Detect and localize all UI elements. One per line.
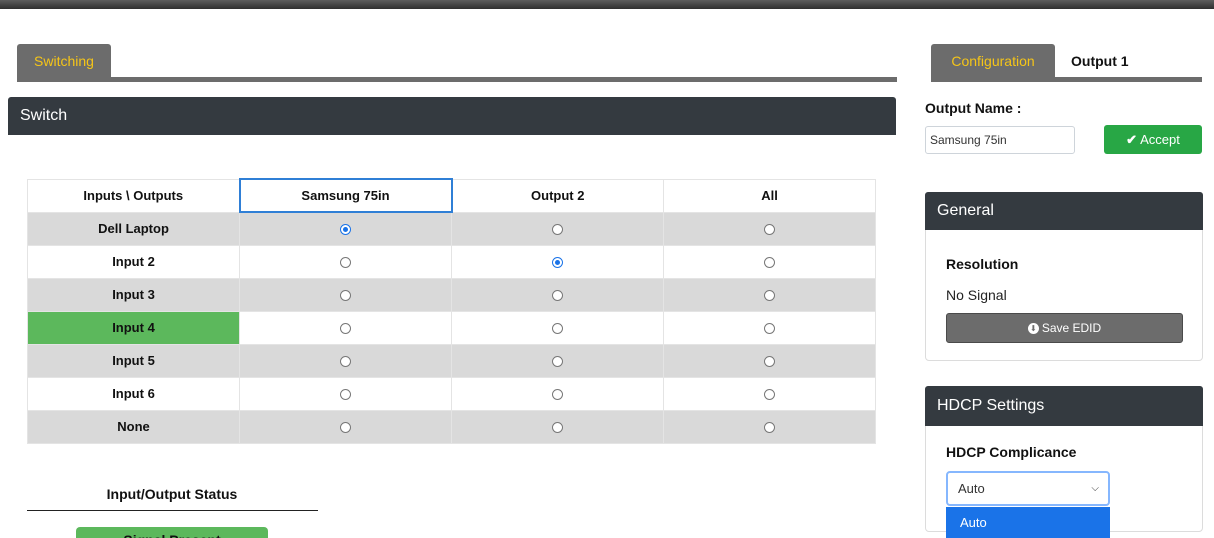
route-radio[interactable] [552, 290, 563, 302]
route-radio[interactable] [552, 422, 563, 434]
route-radio[interactable] [764, 356, 775, 368]
input-label: None [27, 409, 240, 444]
input-label: Input 6 [27, 376, 240, 411]
save-edid-label: Save EDID [1041, 321, 1102, 335]
accept-label: Accept [1140, 131, 1180, 147]
hdcp-selected-value: Auto [958, 481, 985, 496]
hdcp-compliance-select[interactable]: Auto ⌵ [946, 471, 1110, 506]
route-cell [663, 211, 876, 246]
tab-output-label: Output 1 [1071, 53, 1129, 69]
status-divider [27, 510, 318, 511]
tab-configuration[interactable]: Configuration [931, 44, 1055, 78]
route-cell [663, 409, 876, 444]
column-header-output[interactable]: Output 2 [451, 178, 664, 213]
matrix-row: Dell Laptop [27, 211, 876, 246]
route-radio[interactable] [552, 323, 563, 335]
input-label: Input 4 [27, 310, 240, 345]
route-radio[interactable] [552, 389, 563, 401]
tab-switching[interactable]: Switching [17, 44, 111, 78]
route-cell [451, 409, 664, 444]
chevron-down-icon: ⌵ [1091, 483, 1099, 494]
hdcp-option-auto[interactable]: Auto [946, 507, 1110, 538]
hdcp-compliance-label: HDCP Complicance [946, 444, 1077, 460]
route-cell [239, 211, 452, 246]
tab-underline-right [931, 77, 1202, 82]
switch-matrix: Inputs \ Outputs Samsung 75in Output 2 A… [27, 178, 876, 444]
signal-status-badge: Signal Present [76, 527, 268, 538]
general-card-header: General [925, 192, 1203, 230]
matrix-header-row: Inputs \ Outputs Samsung 75in Output 2 A… [27, 178, 876, 213]
route-radio[interactable] [340, 323, 351, 335]
route-radio[interactable] [764, 389, 775, 401]
input-label: Input 5 [27, 343, 240, 378]
route-cell [451, 310, 664, 345]
route-cell [239, 409, 452, 444]
route-radio[interactable] [764, 323, 775, 335]
check-icon: ✔ [1126, 131, 1138, 147]
matrix-row: None [27, 409, 876, 444]
route-radio[interactable] [552, 257, 563, 269]
route-cell [663, 277, 876, 312]
route-radio[interactable] [764, 422, 775, 434]
column-header-all[interactable]: All [663, 178, 876, 213]
route-cell [451, 343, 664, 378]
route-cell [663, 310, 876, 345]
corner-header: Inputs \ Outputs [27, 178, 240, 213]
input-label: Input 2 [27, 244, 240, 279]
route-cell [663, 343, 876, 378]
route-cell [239, 277, 452, 312]
accept-button[interactable]: ✔ Accept [1104, 125, 1202, 154]
route-cell [663, 376, 876, 411]
switch-panel-header: Switch [8, 97, 896, 135]
column-header-output[interactable]: Samsung 75in [238, 178, 453, 213]
save-edid-button[interactable]: ⬇ Save EDID [946, 313, 1183, 343]
matrix-row: Input 2 [27, 244, 876, 279]
top-bar [0, 0, 1214, 9]
route-cell [239, 343, 452, 378]
route-cell [451, 244, 664, 279]
resolution-label: Resolution [946, 256, 1019, 272]
route-radio[interactable] [340, 257, 351, 269]
matrix-row: Input 4 [27, 310, 876, 345]
tab-underline [17, 77, 897, 82]
route-cell [663, 244, 876, 279]
matrix-row: Input 6 [27, 376, 876, 411]
route-cell [239, 244, 452, 279]
route-cell [451, 376, 664, 411]
hdcp-card-header: HDCP Settings [925, 386, 1203, 426]
input-label: Input 3 [27, 277, 240, 312]
route-radio[interactable] [340, 422, 351, 434]
route-cell [451, 211, 664, 246]
route-radio[interactable] [552, 224, 563, 236]
route-radio[interactable] [340, 356, 351, 368]
route-radio[interactable] [552, 356, 563, 368]
route-cell [451, 277, 664, 312]
resolution-value: No Signal [946, 287, 1007, 303]
output-name-input[interactable] [925, 126, 1075, 154]
route-radio[interactable] [764, 257, 775, 269]
route-radio[interactable] [764, 224, 775, 236]
route-cell [239, 376, 452, 411]
matrix-row: Input 5 [27, 343, 876, 378]
download-icon: ⬇ [1027, 323, 1039, 335]
route-radio[interactable] [340, 224, 351, 236]
route-radio[interactable] [340, 389, 351, 401]
route-cell [239, 310, 452, 345]
input-label: Dell Laptop [27, 211, 240, 246]
output-name-label: Output Name : [925, 100, 1022, 116]
route-radio[interactable] [340, 290, 351, 302]
route-radio[interactable] [764, 290, 775, 302]
matrix-row: Input 3 [27, 277, 876, 312]
status-title: Input/Output Status [106, 486, 238, 502]
